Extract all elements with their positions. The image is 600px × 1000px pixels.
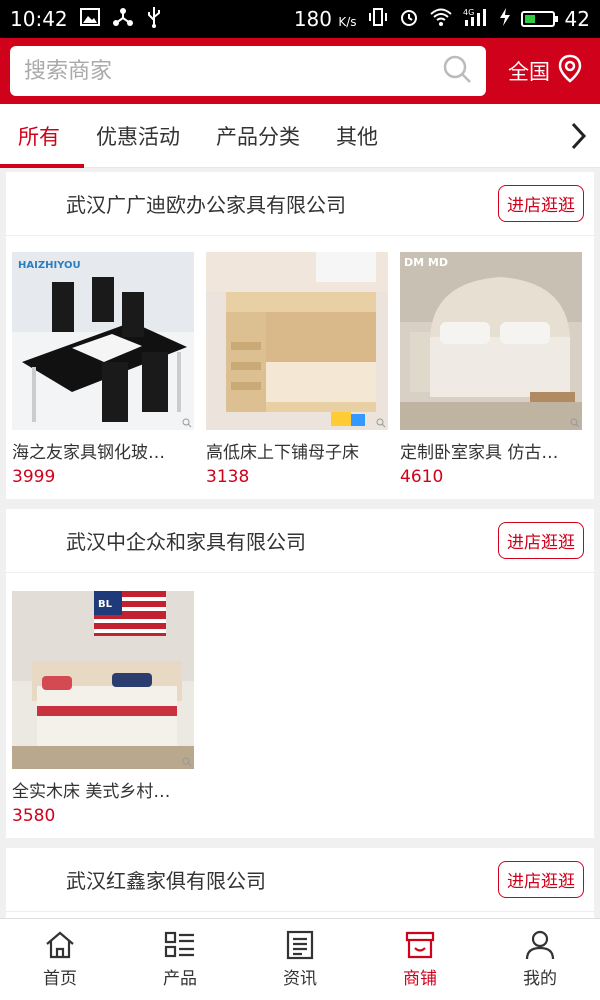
share-icon	[112, 7, 134, 32]
product-card[interactable]: HAIZHIYOU 海之友家具钢化玻… 3999	[12, 252, 194, 487]
shop-icon	[405, 931, 435, 959]
product-card[interactable]: 高低床上下铺母子床 3138	[206, 252, 388, 487]
store-card: 武汉红鑫家俱有限公司 进店逛逛	[6, 848, 594, 918]
visit-store-button[interactable]: 进店逛逛	[498, 861, 584, 898]
nav-home[interactable]: 首页	[0, 919, 120, 1000]
product-image[interactable]: HAIZHIYOU	[12, 252, 194, 430]
nav-me[interactable]: 我的	[480, 919, 600, 1000]
product-price: 3580	[12, 806, 56, 826]
search-box[interactable]	[10, 46, 486, 96]
region-selector[interactable]: 全国	[508, 54, 590, 89]
product-card[interactable]: BL 全实木床 美式乡村… 3580	[12, 591, 194, 826]
nav-label: 产品	[163, 969, 197, 989]
nav-label: 首页	[43, 969, 77, 989]
product-card[interactable]: DM MD 定制卧室家具 仿古… 4610	[400, 252, 582, 487]
region-label: 全国	[508, 60, 550, 84]
battery-icon	[520, 11, 558, 27]
nav-products[interactable]: 产品	[120, 919, 240, 1000]
status-bar: 10:42 180 K/s 4G 42	[0, 0, 600, 38]
header: 全国	[0, 38, 600, 104]
svg-text:HAIZHIYOU: HAIZHIYOU	[18, 260, 81, 271]
chevron-right-icon[interactable]	[556, 104, 600, 168]
store-card: 武汉广广迪欧办公家具有限公司 进店逛逛 HAIZHIYOU 海之友家具钢化玻… …	[6, 172, 594, 499]
charging-icon	[499, 7, 511, 32]
product-image[interactable]: DM MD	[400, 252, 582, 430]
home-icon	[46, 931, 74, 959]
product-title: 全实木床 美式乡村…	[12, 782, 171, 802]
nav-label: 资讯	[283, 969, 317, 989]
location-pin-icon	[556, 54, 584, 89]
zoom-icon	[376, 418, 386, 428]
store-name[interactable]: 武汉红鑫家俱有限公司	[66, 865, 266, 894]
category-tabs: 所有 优惠活动 产品分类 其他	[0, 104, 600, 168]
store-name[interactable]: 武汉广广迪欧办公家具有限公司	[66, 189, 346, 218]
visit-store-button[interactable]: 进店逛逛	[498, 522, 584, 559]
status-time: 10:42	[10, 7, 68, 31]
signal-icon: 4G	[463, 7, 489, 32]
search-icon[interactable]	[442, 54, 472, 88]
bottom-nav: 首页 产品 资讯 商铺 我的	[0, 918, 600, 1000]
image-icon	[79, 7, 100, 31]
store-name[interactable]: 武汉中企众和家具有限公司	[66, 526, 306, 555]
product-image[interactable]: BL	[12, 591, 194, 769]
product-price: 3999	[12, 467, 56, 487]
zoom-icon	[182, 757, 192, 767]
tab-promotions[interactable]: 优惠活动	[78, 104, 198, 168]
product-price: 4610	[400, 467, 444, 487]
store-card: 武汉中企众和家具有限公司 进店逛逛 BL 全实木床 美式乡村… 3580	[6, 509, 594, 838]
news-icon	[286, 930, 314, 960]
svg-text:4G: 4G	[463, 8, 474, 17]
product-title: 海之友家具钢化玻…	[12, 443, 165, 463]
search-input[interactable]	[24, 58, 442, 84]
wifi-icon	[429, 7, 453, 32]
visit-store-button[interactable]: 进店逛逛	[498, 185, 584, 222]
tab-other[interactable]: 其他	[318, 104, 396, 168]
tab-product-categories[interactable]: 产品分类	[198, 104, 318, 168]
nav-label: 商铺	[403, 969, 437, 989]
user-icon	[525, 930, 555, 960]
alarm-icon	[399, 7, 419, 32]
store-header: 武汉中企众和家具有限公司 进店逛逛	[6, 509, 594, 573]
nav-news[interactable]: 资讯	[240, 919, 360, 1000]
svg-text:DM MD: DM MD	[404, 256, 448, 269]
nav-shops[interactable]: 商铺	[360, 919, 480, 1000]
store-header: 武汉广广迪欧办公家具有限公司 进店逛逛	[6, 172, 594, 236]
usb-icon	[146, 6, 162, 33]
nav-label: 我的	[523, 969, 557, 989]
tab-all[interactable]: 所有	[0, 104, 84, 168]
zoom-icon	[570, 418, 580, 428]
store-header: 武汉红鑫家俱有限公司 进店逛逛	[6, 848, 594, 912]
svg-text:BL: BL	[98, 599, 113, 610]
battery-percent: 42	[564, 7, 590, 31]
store-list: 武汉广广迪欧办公家具有限公司 进店逛逛 HAIZHIYOU 海之友家具钢化玻… …	[0, 172, 600, 918]
zoom-icon	[182, 418, 192, 428]
product-image[interactable]	[206, 252, 388, 430]
network-speed: 180 K/s	[293, 7, 357, 31]
vibrate-icon	[367, 7, 389, 32]
list-icon	[164, 931, 194, 958]
product-title: 定制卧室家具 仿古…	[400, 443, 559, 463]
product-title: 高低床上下铺母子床	[206, 443, 359, 463]
product-price: 3138	[206, 467, 250, 487]
